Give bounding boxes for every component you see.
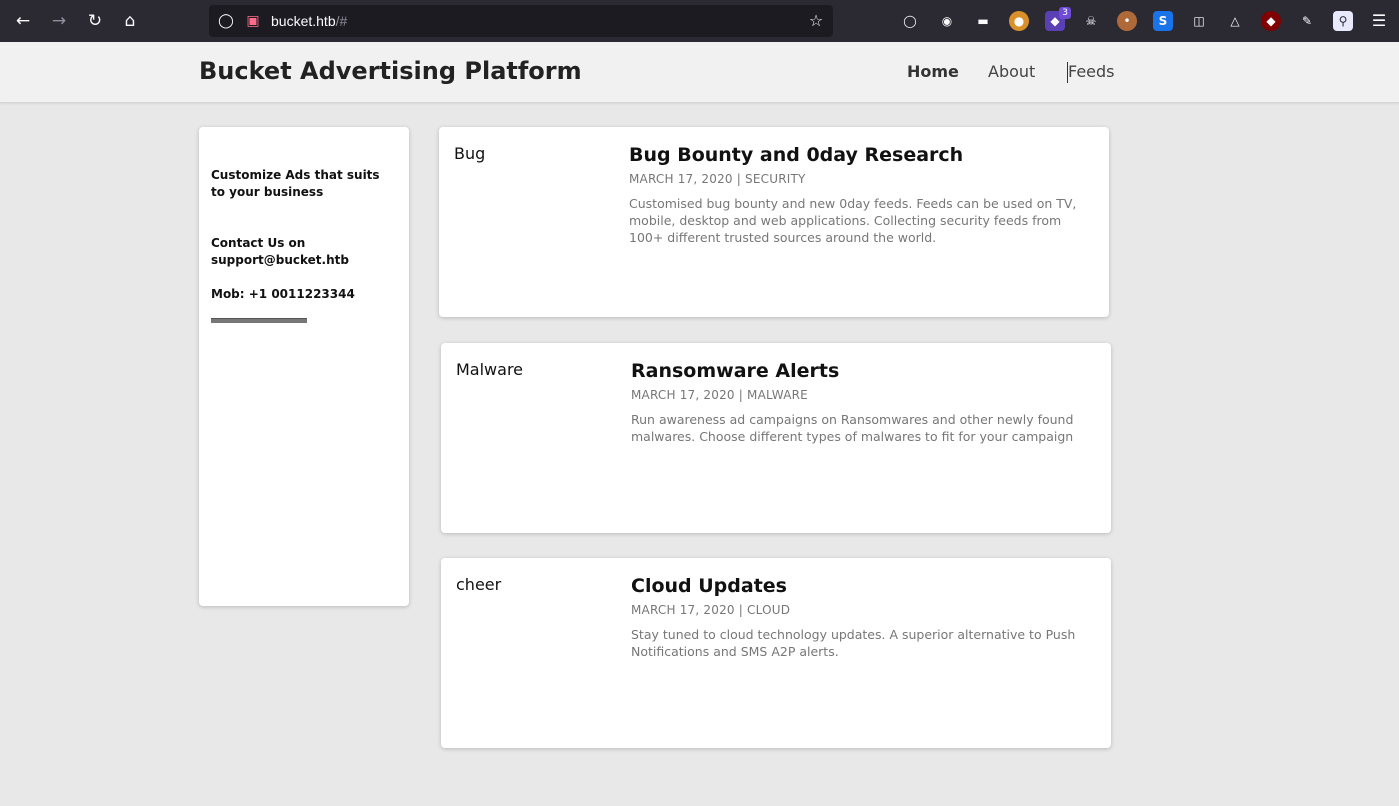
meta-separator: | — [738, 603, 744, 617]
s-extension-icon[interactable]: S — [1153, 11, 1173, 31]
post-card: Malware Ransomware Alerts MARCH 17, 2020… — [441, 343, 1111, 533]
trash-icon[interactable]: ◫ — [1189, 11, 1209, 31]
post-meta: MARCH 17, 2020 | MALWARE — [631, 388, 808, 402]
sidebar-tagline: Customize Ads that suits to your busines… — [211, 168, 380, 199]
site-header: Bucket Advertising Platform Home About F… — [0, 42, 1399, 103]
nav-feeds[interactable]: Feeds — [1068, 62, 1115, 81]
pocket-icon[interactable]: ◯ — [900, 11, 920, 31]
reload-icon[interactable]: ↻ — [83, 9, 107, 33]
post-card: cheer Cloud Updates MARCH 17, 2020 | CLO… — [441, 558, 1111, 748]
post-tag: cheer — [456, 575, 502, 594]
post-category[interactable]: CLOUD — [747, 603, 790, 617]
cookie-icon[interactable]: • — [1117, 11, 1137, 31]
extension-badge-icon[interactable]: ◆ 3 — [1045, 7, 1071, 31]
url-text[interactable]: bucket.htb/# — [271, 13, 347, 29]
forward-icon[interactable]: → — [47, 9, 71, 33]
post-category[interactable]: SECURITY — [745, 172, 806, 186]
post-date: MARCH 17, 2020 — [631, 603, 735, 617]
extensions-puzzle-icon[interactable]: ✎ — [1297, 11, 1317, 31]
meta-separator: | — [738, 388, 744, 402]
contact-email: support@bucket.htb — [211, 253, 349, 267]
nav-home[interactable]: Home — [907, 62, 959, 81]
post-category[interactable]: MALWARE — [747, 388, 808, 402]
post-date: MARCH 17, 2020 — [631, 388, 735, 402]
menu-icon[interactable]: ☰ — [1369, 11, 1389, 31]
meta-separator: | — [736, 172, 742, 186]
sidebar-card: Customize Ads that suits to your busines… — [199, 127, 409, 606]
browser-toolbar: ← → ↻ ⌂ ◯ ▣ bucket.htb/# ☆ ◯ ◉ ▬ ● ◆ 3 ☠ … — [0, 0, 1399, 42]
bookmark-star-icon[interactable]: ☆ — [807, 12, 825, 30]
account-icon[interactable]: ◉ — [937, 11, 957, 31]
address-bar[interactable]: ◯ ▣ bucket.htb/# ☆ — [209, 5, 833, 37]
post-title[interactable]: Ransomware Alerts — [631, 360, 839, 382]
nav-about[interactable]: About — [988, 62, 1035, 81]
post-title[interactable]: Bug Bounty and 0day Research — [629, 144, 963, 166]
sidebar-divider — [211, 318, 307, 323]
post-date: MARCH 17, 2020 — [629, 172, 733, 186]
extension-icon[interactable]: ● — [1009, 11, 1029, 31]
post-tag: Bug — [454, 144, 486, 163]
contact-label: Contact Us on — [211, 236, 306, 250]
contact-phone: Mob: +1 0011223344 — [211, 287, 355, 301]
shield-icon[interactable]: ◯ — [217, 12, 235, 30]
post-meta: MARCH 17, 2020 | SECURITY — [629, 172, 806, 186]
hat-extension-icon[interactable]: ▬ — [973, 11, 993, 31]
ublock-icon[interactable]: ◆ — [1261, 11, 1281, 31]
mask-extension-icon[interactable]: ☠ — [1081, 11, 1101, 31]
post-meta: MARCH 17, 2020 | CLOUD — [631, 603, 790, 617]
post-description: Run awareness ad campaigns on Ransomware… — [631, 412, 1074, 444]
post-tag: Malware — [456, 360, 524, 379]
wappalyzer-icon[interactable]: △ — [1225, 11, 1245, 31]
back-icon[interactable]: ← — [11, 9, 35, 33]
post-title[interactable]: Cloud Updates — [631, 575, 787, 597]
search-extension-icon[interactable]: ⚲ — [1333, 11, 1353, 31]
url-host: bucket.htb — [271, 13, 336, 29]
site-title[interactable]: Bucket Advertising Platform — [199, 57, 582, 85]
extension-badge: 3 — [1059, 7, 1071, 19]
lock-icon[interactable]: ▣ — [244, 12, 262, 30]
post-description: Customised bug bounty and new 0day feeds… — [629, 196, 1077, 245]
post-card: Bug Bug Bounty and 0day Research MARCH 1… — [439, 127, 1109, 317]
home-icon[interactable]: ⌂ — [118, 9, 142, 33]
url-path: /# — [335, 13, 348, 29]
post-description: Stay tuned to cloud technology updates. … — [631, 627, 1076, 659]
